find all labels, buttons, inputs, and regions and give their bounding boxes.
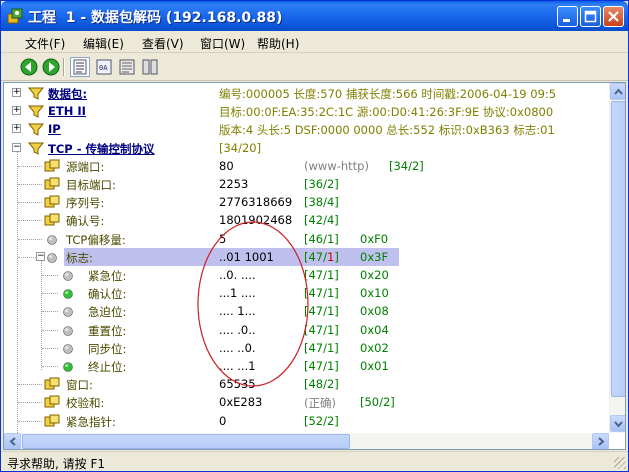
back-arrow-icon [20, 58, 38, 76]
minimize-button[interactable] [557, 6, 578, 27]
close-icon [608, 11, 619, 22]
split-view-button[interactable] [140, 57, 160, 77]
hex-view-button[interactable]: 0A [94, 57, 114, 77]
scroll-down-button[interactable] [610, 415, 625, 432]
tree-view-button[interactable] [70, 57, 90, 77]
menu-bar: 文件(F) 编辑(E) 查看(V) 窗口(W) 帮助(H) [1, 31, 628, 53]
scroll-up-button[interactable] [610, 83, 625, 100]
chevron-left-icon [9, 437, 16, 446]
minimize-icon [563, 19, 570, 22]
status-bar: 寻求帮助, 请按 F1 [1, 451, 628, 471]
split-view-icon [142, 59, 158, 75]
decode-tree-panel[interactable]: + 数据包: 编号:000005 长度:570 捕获长度:566 时间戳:2006-… [3, 82, 626, 450]
forward-arrow-icon [42, 58, 60, 76]
forward-button[interactable] [41, 57, 61, 77]
scroll-left-button[interactable] [4, 433, 21, 449]
maximize-button[interactable] [580, 6, 601, 27]
menu-help[interactable]: 帮助(H) [257, 35, 299, 52]
app-icon [7, 8, 23, 24]
svg-text:0A: 0A [99, 64, 108, 72]
tree-view-icon [73, 59, 87, 75]
vertical-scroll-thumb[interactable] [611, 101, 625, 397]
resize-grip[interactable] [614, 457, 626, 469]
status-text: 寻求帮助, 请按 F1 [7, 457, 105, 471]
toolbar: 0A [1, 54, 628, 81]
text-view-icon [119, 59, 135, 75]
back-button[interactable] [19, 57, 39, 77]
maximize-icon [584, 10, 597, 23]
hex-view-icon: 0A [96, 59, 112, 75]
scroll-right-button[interactable] [592, 433, 609, 449]
app-window: 工程 1 - 数据包解码 (192.168.0.88) 文件(F) 编辑(E) … [0, 0, 629, 472]
text-view-button[interactable] [117, 57, 137, 77]
vertical-scrollbar[interactable] [609, 83, 625, 433]
chevron-down-icon [614, 421, 623, 428]
horizontal-scrollbar[interactable] [4, 433, 609, 449]
menu-file[interactable]: 文件(F) [25, 35, 65, 52]
toolbar-separator [63, 58, 65, 76]
annotation-ellipse-layer [197, 221, 309, 387]
title-bar[interactable]: 工程 1 - 数据包解码 (192.168.0.88) [1, 1, 628, 31]
menu-window[interactable]: 窗口(W) [200, 35, 245, 52]
red-annotation-ellipse [197, 221, 309, 387]
chevron-right-icon [598, 437, 605, 446]
close-button[interactable] [603, 6, 624, 27]
window-title: 工程 1 - 数据包解码 (192.168.0.88) [28, 10, 283, 26]
chevron-up-icon [614, 88, 623, 95]
menu-view[interactable]: 查看(V) [142, 35, 184, 52]
horizontal-scroll-thumb[interactable] [22, 434, 350, 449]
menu-edit[interactable]: 编辑(E) [83, 35, 124, 52]
